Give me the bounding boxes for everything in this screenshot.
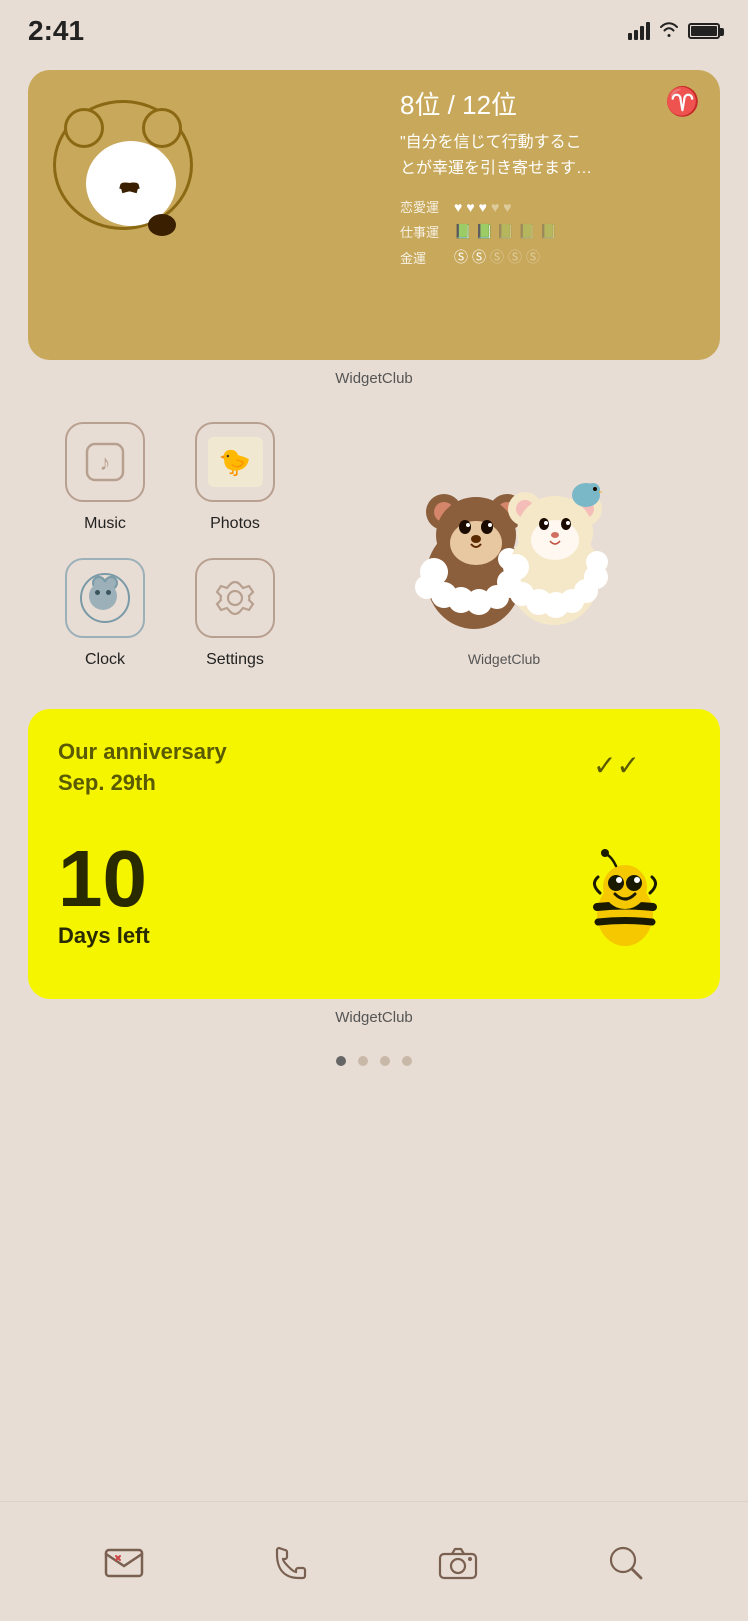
checkmark-deco: ✓✓ — [593, 749, 640, 782]
photos-icon: 🐤 — [195, 422, 275, 502]
app-photos[interactable]: 🐤 Photos — [170, 417, 300, 533]
rilakkuma-widget[interactable]: WidgetClub — [300, 417, 708, 667]
fortune-widget-label: WidgetClub — [0, 370, 748, 387]
fortune-widget[interactable]: 8位 / 12位 ♈ "自分を信じて行動することが幸運を引き寄せます… 恋愛運 … — [28, 70, 720, 360]
svg-text:♪: ♪ — [100, 450, 111, 475]
dock-camera[interactable] — [428, 1532, 488, 1592]
dock-phone[interactable] — [261, 1532, 321, 1592]
status-bar: 2:41 — [0, 0, 748, 50]
settings-label: Settings — [206, 651, 264, 669]
app-clock[interactable]: Clock — [40, 553, 170, 669]
fortune-row-money: 金運 ⓈⓈ ⓈⓈⓈ — [400, 247, 700, 267]
fortune-row-work: 仕事運 📗📗 📗📗📗 — [400, 222, 700, 241]
status-icons — [628, 20, 720, 43]
settings-icon — [195, 558, 275, 638]
battery-icon — [688, 23, 720, 39]
clock-icon — [65, 558, 145, 638]
fortune-content: 8位 / 12位 ♈ "自分を信じて行動することが幸運を引き寄せます… 恋愛運 … — [400, 85, 700, 273]
music-icon: ♪ — [65, 422, 145, 502]
bear-illustration — [48, 90, 208, 310]
clock-label: Clock — [85, 651, 125, 669]
anniversary-widget-label: WidgetClub — [0, 1009, 748, 1026]
dock-mail[interactable] — [94, 1532, 154, 1592]
anniversary-widget[interactable]: Our anniversarySep. 29th ✓✓ 10 Days left — [28, 709, 720, 999]
status-time: 2:41 — [28, 15, 84, 47]
app-music[interactable]: ♪ Music — [40, 417, 170, 533]
fortune-quote: "自分を信じて行動することが幸運を引き寄せます… — [400, 130, 700, 181]
page-dot-4[interactable] — [402, 1056, 412, 1066]
bears-illustration — [389, 417, 619, 647]
rilakkuma-widget-label: WidgetClub — [468, 651, 540, 667]
app-grid: ♪ Music 🐤 Photos — [40, 417, 708, 689]
bee-illustration — [560, 839, 690, 969]
page-dots — [0, 1056, 748, 1066]
app-settings[interactable]: Settings — [170, 553, 300, 669]
dock — [0, 1501, 748, 1621]
fortune-rank: 8位 / 12位 — [400, 85, 517, 122]
page-dot-1[interactable] — [336, 1056, 346, 1066]
music-label: Music — [84, 515, 126, 533]
fortune-row-love: 恋愛運 ♥♥♥ ♥♥ — [400, 197, 700, 216]
fortune-zodiac: ♈ — [665, 85, 700, 118]
dock-search[interactable] — [595, 1532, 655, 1592]
page-dot-3[interactable] — [380, 1056, 390, 1066]
page-dot-2[interactable] — [358, 1056, 368, 1066]
photos-label: Photos — [210, 515, 260, 533]
wifi-icon — [658, 20, 680, 43]
signal-icon — [628, 22, 650, 40]
